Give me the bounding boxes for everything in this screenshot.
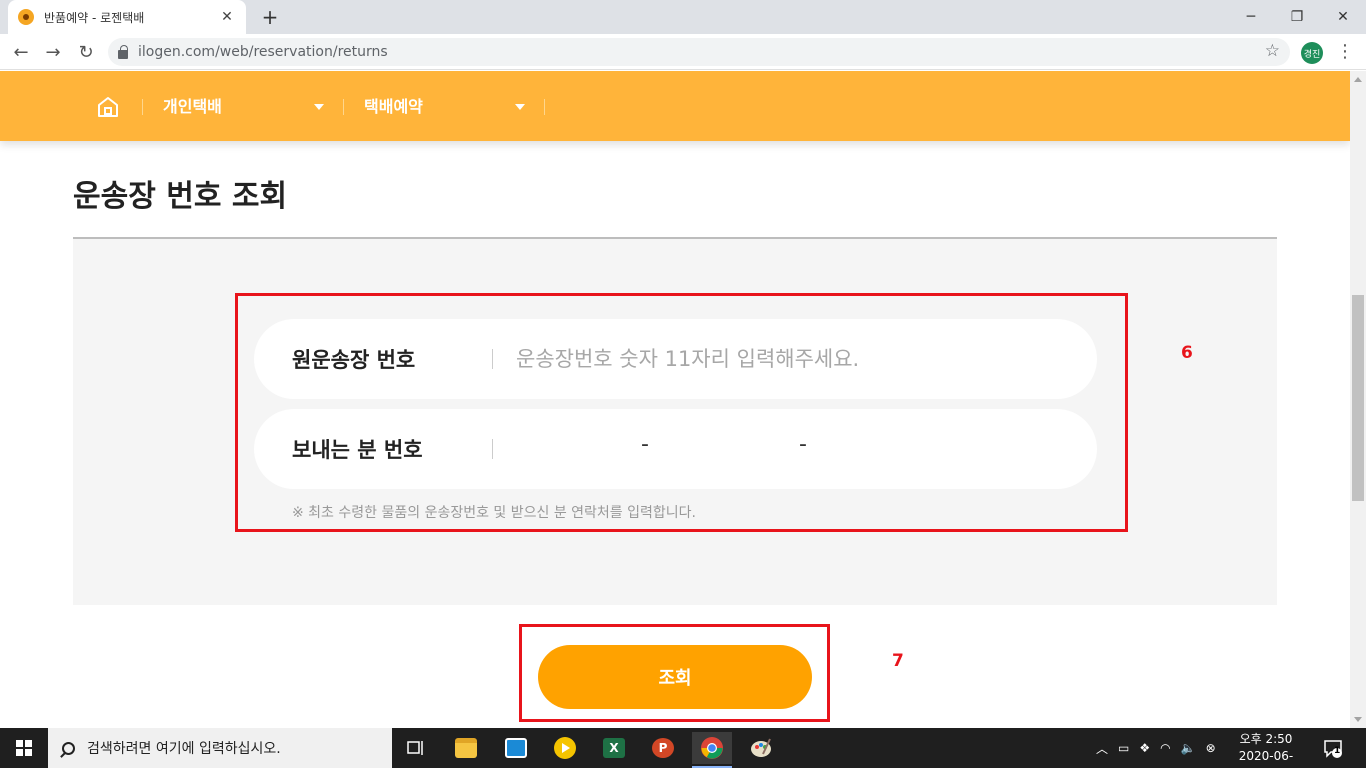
scrollbar-thumb[interactable]: [1352, 295, 1364, 501]
bookmark-star-icon[interactable]: ☆: [1265, 41, 1280, 61]
volume-icon[interactable]: 🔈: [1181, 741, 1196, 755]
annotation-box-form: [235, 293, 1128, 532]
taskbar-powerpoint[interactable]: P: [643, 732, 683, 764]
browser-tab-strip: 반품예약 - 로젠택배 ✕ + ─ ❐ ✕: [0, 0, 1366, 34]
taskbar-store-app[interactable]: [496, 732, 536, 764]
nav-item-delivery-reservation[interactable]: 택배예약: [364, 93, 423, 117]
windows-logo-icon: [16, 740, 32, 756]
task-view-button[interactable]: [396, 732, 436, 764]
browser-menu-icon[interactable]: ⋮: [1336, 41, 1354, 63]
system-tray: ︿ ▭ ❖ ◠ 🔈 ⊗: [1096, 728, 1226, 768]
language-icon[interactable]: ⊗: [1206, 741, 1216, 755]
browser-tab-active[interactable]: 반품예약 - 로젠택배 ✕: [8, 0, 246, 34]
taskbar-chrome[interactable]: [692, 732, 732, 768]
taskbar-file-explorer[interactable]: [446, 732, 486, 764]
notification-center-button[interactable]: 1: [1322, 737, 1344, 759]
taskbar-excel[interactable]: X: [594, 732, 634, 764]
forward-arrow-icon[interactable]: →: [41, 40, 65, 64]
nav-divider: [142, 99, 143, 115]
reload-icon[interactable]: ↻: [74, 40, 98, 64]
back-arrow-icon[interactable]: ←: [9, 40, 33, 64]
scroll-down-arrow-icon[interactable]: [1354, 717, 1362, 722]
tab-title: 반품예약 - 로젠택배: [44, 10, 145, 25]
excel-icon: X: [603, 738, 625, 758]
taskbar-clock[interactable]: 오후 2:50 2020-06-09: [1236, 731, 1296, 782]
windows-taskbar: 검색하려면 여기에 입력하십시오. X P ︿ ▭ ❖ ◠ 🔈 ⊗ 오후 2:5…: [0, 728, 1366, 780]
nav-divider: [343, 99, 344, 115]
profile-avatar[interactable]: 경진: [1301, 42, 1323, 64]
home-icon[interactable]: [97, 96, 119, 118]
task-view-icon: [407, 741, 423, 755]
notification-count-badge: 1: [1334, 746, 1341, 756]
address-bar[interactable]: ilogen.com/web/reservation/returns ☆: [108, 38, 1290, 66]
annotation-box-button: [519, 624, 830, 722]
dropbox-icon[interactable]: ❖: [1139, 741, 1150, 755]
store-app-icon: [505, 738, 527, 758]
battery-icon[interactable]: ▭: [1118, 741, 1129, 755]
new-tab-button[interactable]: +: [258, 6, 282, 28]
close-window-button[interactable]: ✕: [1320, 0, 1366, 34]
taskbar-media-player[interactable]: [545, 732, 585, 764]
lock-icon[interactable]: [118, 44, 128, 59]
annotation-label-6: 6: [1181, 343, 1193, 363]
paint-palette-icon: [751, 738, 771, 757]
scroll-up-arrow-icon[interactable]: [1354, 77, 1362, 82]
site-favicon-icon: [18, 9, 34, 25]
chrome-icon: [701, 737, 723, 759]
chevron-down-icon[interactable]: [314, 104, 324, 110]
wifi-icon[interactable]: ◠: [1160, 741, 1170, 755]
taskbar-search-placeholder: 검색하려면 여기에 입력하십시오.: [87, 741, 281, 757]
play-icon: [554, 737, 576, 759]
page-viewport: 개인택배 택배예약 운송장 번호 조회 원운송장 번호 보내는 분 번호 - -…: [0, 71, 1350, 728]
tab-close-icon[interactable]: ✕: [218, 9, 236, 25]
site-navigation-bar: 개인택배 택배예약: [0, 71, 1350, 141]
page-title: 운송장 번호 조회: [73, 179, 288, 214]
nav-item-personal-delivery[interactable]: 개인택배: [163, 93, 222, 117]
nav-divider: [544, 99, 545, 115]
chevron-down-icon[interactable]: [515, 104, 525, 110]
taskbar-search-box[interactable]: 검색하려면 여기에 입력하십시오.: [48, 728, 392, 768]
taskbar-paint[interactable]: [741, 732, 781, 764]
annotation-label-7: 7: [892, 651, 904, 671]
clock-time: 오후 2:50: [1239, 732, 1293, 746]
powerpoint-icon: P: [652, 738, 674, 758]
folder-icon: [455, 738, 477, 758]
page-scrollbar[interactable]: [1350, 71, 1366, 728]
restore-window-button[interactable]: ❐: [1274, 0, 1320, 34]
clock-date: 2020-06-09: [1238, 749, 1294, 780]
url-text[interactable]: ilogen.com/web/reservation/returns: [138, 44, 388, 60]
search-icon: [62, 741, 75, 755]
browser-toolbar: ← → ↻ ilogen.com/web/reservation/returns…: [0, 34, 1366, 70]
minimize-window-button[interactable]: ─: [1228, 0, 1274, 34]
notification-icon: [1324, 740, 1342, 758]
start-button[interactable]: [0, 728, 48, 768]
show-hidden-icons-chevron-icon[interactable]: ︿: [1096, 740, 1108, 757]
